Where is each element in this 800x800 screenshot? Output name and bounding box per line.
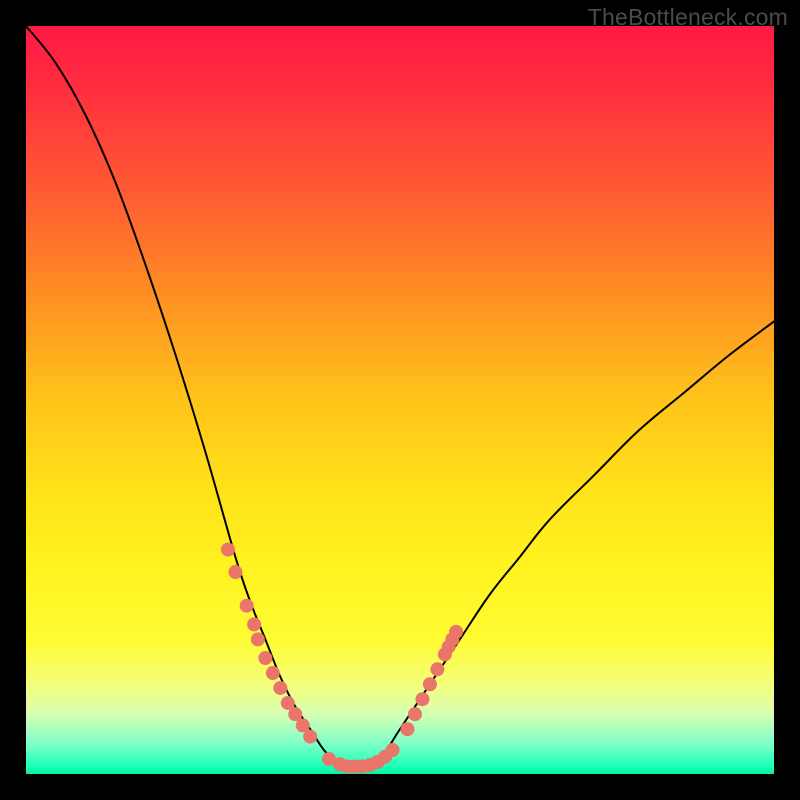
chart-svg	[26, 26, 774, 774]
chart-marker	[258, 651, 272, 665]
chart-marker	[221, 543, 235, 557]
chart-marker	[449, 625, 463, 639]
chart-markers	[221, 543, 463, 774]
chart-marker	[386, 743, 400, 757]
chart-marker	[303, 730, 317, 744]
chart-marker	[247, 617, 261, 631]
bottleneck-curve	[26, 26, 774, 767]
chart-frame: TheBottleneck.com	[0, 0, 800, 800]
chart-plot-area	[26, 26, 774, 774]
chart-marker	[251, 632, 265, 646]
chart-marker	[415, 692, 429, 706]
chart-marker	[273, 681, 287, 695]
chart-marker	[240, 599, 254, 613]
chart-marker	[408, 707, 422, 721]
chart-marker	[430, 662, 444, 676]
chart-marker	[266, 666, 280, 680]
chart-marker	[400, 722, 414, 736]
watermark-text: TheBottleneck.com	[588, 4, 788, 31]
chart-marker	[228, 565, 242, 579]
chart-marker	[423, 677, 437, 691]
